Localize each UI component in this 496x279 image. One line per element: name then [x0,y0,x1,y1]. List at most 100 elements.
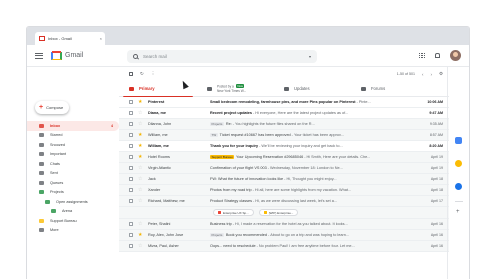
email-date: April 19 [430,155,443,159]
search-options-icon[interactable]: ▾ [309,54,311,59]
sidebar-item-projects[interactable]: Projects [27,188,119,198]
email-snippet: You highlights the future files shared o… [235,122,315,126]
more-icon[interactable]: ⋮ [151,71,156,77]
email-row[interactable]: ☆ Peter, Shalini Business trip - Hi, I mad… [119,219,449,230]
email-content: TW Ticket request #10667 has been approve… [210,132,421,138]
sidebar-item-starred[interactable]: Starred [27,131,119,141]
star-icon[interactable]: ★ [138,99,144,105]
row-checkbox[interactable] [129,122,133,126]
row-checkbox[interactable] [129,111,133,115]
attachment-chip[interactable]: (WIP) Enterprise... [258,209,299,216]
email-subject: Recent project updates [210,111,252,115]
star-icon[interactable]: ★ [138,232,144,238]
row-checkbox[interactable] [129,222,133,226]
select-all-checkbox[interactable] [129,72,133,76]
email-row[interactable]: ★ William, me TW Ticket request #10667 has … [119,130,449,141]
menu-icon[interactable] [35,52,43,59]
star-icon[interactable]: ☆ [138,187,144,193]
browser-tab[interactable]: Inbox - Gmail × [35,32,105,45]
email-row[interactable]: ☆ Diana, me Recent project updates - Hi ev… [119,108,449,119]
row-checkbox[interactable] [129,155,133,159]
star-icon[interactable]: ☆ [138,221,144,227]
prev-page-icon[interactable]: ‹ [422,72,424,77]
sidebar-item-inbox[interactable]: Inbox 4 [27,121,119,131]
tab-forums[interactable]: Forums [351,81,431,96]
tab-close-icon[interactable]: × [100,36,102,41]
email-row[interactable]: ☆ Virgin Atlantic Confirmation of your fli… [119,163,449,174]
compose-button[interactable]: + Compose [35,101,69,114]
search-bar[interactable]: Search mail ▾ [127,50,317,63]
sidebar-item-queues[interactable]: Queues [27,178,119,188]
inbox-icon [129,86,134,91]
email-row[interactable]: ☆ Xander Photos from my road trip - Hi all… [119,185,449,196]
row-checkbox[interactable] [129,233,133,237]
row-checkbox[interactable] [129,100,133,104]
avatar[interactable] [450,50,461,61]
star-icon[interactable]: ☆ [138,121,144,127]
star-icon[interactable]: ☆ [138,176,144,182]
sidebar-item-snoozed[interactable]: Snoozed [27,140,119,150]
row-checkbox[interactable] [129,177,133,181]
browser-tab-title: Inbox - Gmail [48,36,72,41]
attachment-chip[interactable]: Enterprise UX Sp... [213,209,254,216]
star-icon[interactable]: ★ [138,143,144,149]
sidebar-item-important[interactable]: Important [27,150,119,160]
email-snippet: Hi all, here are some highlights from my… [254,188,352,192]
sidebar-item-more[interactable]: More [27,226,119,236]
row-checkbox[interactable] [129,199,133,203]
calendar-icon[interactable] [455,137,462,144]
email-label-chip[interactable]: TW [210,132,218,138]
search-icon[interactable] [133,54,138,59]
email-snippet: About to go on a trip and was hoping to … [270,233,349,237]
email-label-chip[interactable]: Projects [210,121,224,127]
row-checkbox[interactable] [129,188,133,192]
email-row[interactable]: ★ Pinterest Small bedroom remodeling, farm… [119,97,449,108]
tab-updates[interactable]: Updates [274,81,351,96]
email-separator: - [356,100,358,104]
star-icon[interactable]: ☆ [138,243,144,249]
star-icon[interactable]: ★ [138,132,144,138]
sidebar-item-open-assignments[interactable]: Open assignments [27,197,119,207]
row-checkbox[interactable] [129,244,133,248]
keep-icon[interactable] [455,160,462,167]
sidebar-item-chats[interactable]: Chats [27,159,119,169]
gmail-logo[interactable]: Gmail [51,51,83,60]
star-icon[interactable]: ☆ [138,110,144,116]
sidebar-item-arena[interactable]: Arena [27,207,119,217]
row-checkbox[interactable] [129,133,133,137]
email-label-chip[interactable]: Support Bureau [210,154,235,160]
email-row[interactable]: ☆ Mizra, Paul, Asher Oops... need to resch… [119,241,449,252]
notifications-icon[interactable] [435,53,440,58]
tasks-icon[interactable] [455,183,462,190]
email-date: April 16 [430,244,443,248]
sidebar-item-support-bureau[interactable]: Support Bureau [27,216,119,226]
email-row[interactable]: ★ Hotel Rooms Support Bureau Your Upcoming … [119,152,449,163]
star-icon[interactable]: ★ [138,154,144,160]
refresh-icon[interactable]: ↻ [140,71,144,77]
email-content: Projects Book you recommended - About to … [210,232,421,238]
sidebar-item-sent[interactable]: Sent [27,169,119,179]
email-row[interactable]: ★ William, me Thank you for your inquiry -… [119,141,449,152]
apps-icon[interactable] [419,52,425,59]
email-date: 8:57 AM [429,133,443,137]
sidebar-item-label: Chats [50,161,60,166]
file-icon [218,211,221,214]
star-icon[interactable]: ☆ [138,165,144,171]
compose-label: Compose [46,105,64,110]
email-row[interactable]: ☆ Jack FW: What the future of innovation l… [119,174,449,185]
email-row[interactable]: ★ Roy, Alex, John Jose Projects Book you re… [119,230,449,241]
star-icon[interactable]: ☆ [138,198,144,204]
row-checkbox[interactable] [129,144,133,148]
row-checkbox[interactable] [129,166,133,170]
email-label-chip[interactable]: Projects [210,232,224,238]
add-addon-icon[interactable]: + [456,209,460,215]
email-sender: Dilanna, John [148,122,172,126]
search-input[interactable]: Search mail [143,54,167,59]
settings-icon[interactable]: ⚙ [439,71,443,77]
email-row[interactable]: ☆ Richard, Matthew, me Product Strategy cl… [119,196,449,207]
email-row[interactable]: ☆ Dilanna, John Projects Re: - You highligh… [119,119,449,130]
email-separator: - [232,122,235,126]
email-separator: - [256,244,258,248]
tab-social[interactable]: Posted by a New New York Times W... [197,81,274,96]
next-page-icon[interactable]: › [430,72,432,77]
